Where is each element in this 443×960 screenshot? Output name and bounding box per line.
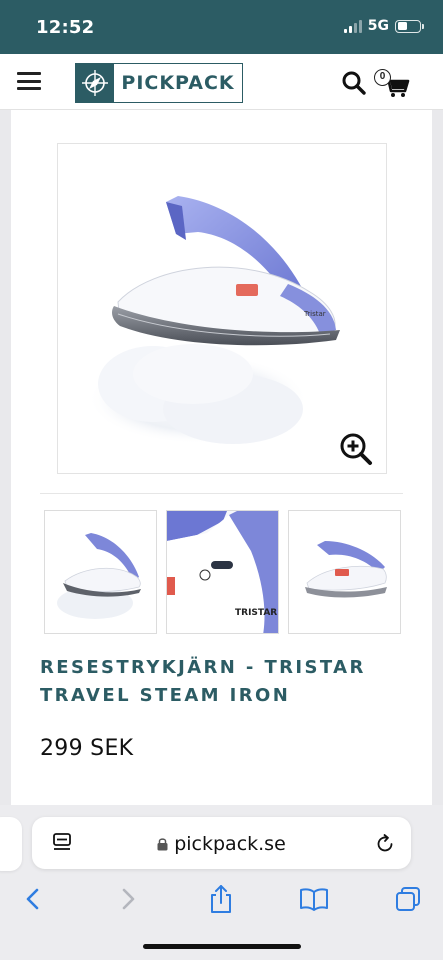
divider: [40, 493, 403, 494]
forward-icon[interactable]: [113, 884, 143, 914]
thumbnail-gallery: TRISTAR: [44, 510, 401, 634]
address-bar[interactable]: pickpack.se: [32, 817, 411, 869]
battery-icon: [395, 19, 424, 33]
cart-count-badge: 0: [374, 69, 391, 86]
thumbnail-brand-text: TRISTAR: [235, 608, 277, 618]
product-main-image[interactable]: Tristar: [57, 143, 387, 474]
tabs-icon[interactable]: [393, 884, 423, 914]
search-icon[interactable]: [341, 70, 367, 96]
share-icon[interactable]: [206, 884, 236, 914]
bookmarks-icon[interactable]: [299, 884, 329, 914]
signal-strength-icon: [343, 19, 362, 33]
status-time: 12:52: [36, 17, 95, 38]
product-thumbnail-1[interactable]: [44, 510, 157, 634]
url-text: pickpack.se: [174, 833, 286, 855]
svg-text:Tristar: Tristar: [303, 310, 326, 318]
home-indicator: [143, 944, 301, 949]
hamburger-icon[interactable]: [17, 70, 41, 92]
browser-chrome: pickpack.se: [0, 805, 443, 960]
back-icon[interactable]: [18, 884, 48, 914]
zoom-in-icon[interactable]: [339, 432, 373, 466]
reload-icon[interactable]: [374, 833, 396, 855]
network-type: 5G: [367, 18, 389, 34]
status-indicators: 5G: [343, 18, 424, 34]
product-thumbnail-2[interactable]: TRISTAR: [166, 510, 279, 634]
status-bar: 12:52 5G: [0, 0, 443, 54]
compass-icon: [76, 64, 114, 102]
cart-button[interactable]: 0: [374, 69, 410, 99]
browser-toolbar: [0, 880, 443, 920]
site-logo[interactable]: PICKPACK: [75, 63, 243, 103]
lock-icon: [157, 838, 168, 851]
product-thumbnail-3[interactable]: [288, 510, 401, 634]
url-display: pickpack.se: [32, 833, 411, 855]
logo-text: PICKPACK: [121, 72, 235, 94]
product-price: 299 SEK: [40, 736, 134, 761]
product-title: RESESTRYKJÄRN - TRISTAR TRAVEL STEAM IRO…: [40, 657, 366, 706]
previous-tab[interactable]: [0, 817, 22, 871]
site-header: PICKPACK 0: [0, 54, 443, 110]
product-content: Tristar TRISTAR RESESTRYKJÄRN - TRISTAR …: [11, 110, 432, 805]
